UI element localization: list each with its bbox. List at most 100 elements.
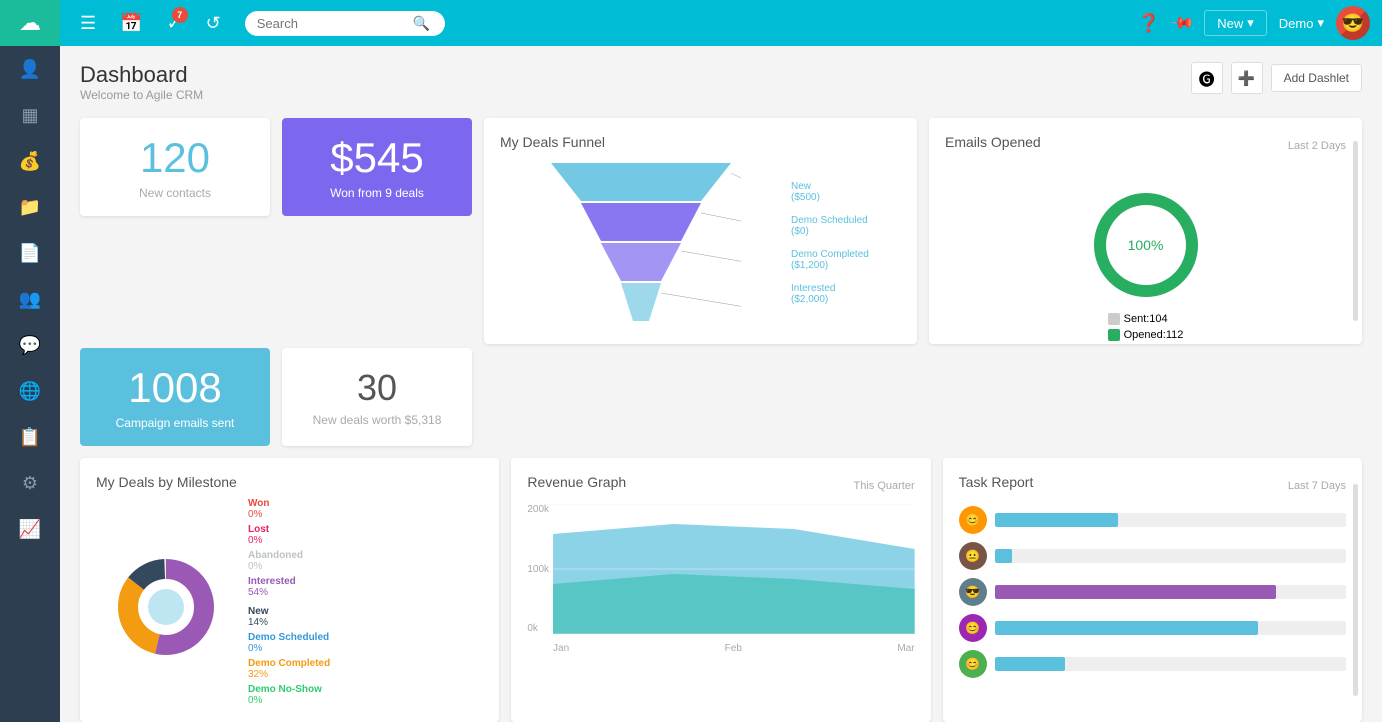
donut-opened: Opened:112 bbox=[1108, 329, 1184, 341]
task-row-2: 😐 bbox=[959, 542, 1346, 570]
row1b: 1008 Campaign emails sent 30 New deals w… bbox=[80, 348, 1362, 446]
task-scroll-indicator bbox=[1353, 484, 1358, 695]
dashboard-rows: 120 New contacts $545 Won from 9 deals M… bbox=[80, 118, 1362, 722]
donut-sent: Sent:104 bbox=[1108, 313, 1184, 325]
donut-chart: 100% bbox=[1086, 185, 1206, 305]
nav-history-icon[interactable]: ↺ bbox=[198, 9, 229, 38]
deals-icon: 💰 bbox=[19, 151, 41, 172]
pie-legend: Won0% Lost0% Abandoned0% Interested54% N… bbox=[248, 498, 330, 706]
revenue-graph-subtitle: This Quarter bbox=[854, 480, 915, 492]
google-icon-btn[interactable]: 🅖 bbox=[1191, 62, 1223, 94]
emails-opened-title: Emails Opened bbox=[945, 134, 1041, 150]
sidebar-item-web[interactable]: 🌐 bbox=[0, 368, 60, 414]
files-icon: 📁 bbox=[19, 197, 41, 218]
topnav-right: ❓ 📌 New ▾ Demo ▾ 😎 bbox=[1138, 6, 1370, 40]
cloud-icon: ☁ bbox=[19, 10, 41, 36]
campaign-emails-value: 1008 bbox=[128, 364, 221, 412]
task-row-4: 😊 bbox=[959, 614, 1346, 642]
nav-menu-icon[interactable]: ☰ bbox=[72, 9, 104, 38]
demo-dropdown-icon: ▾ bbox=[1317, 15, 1324, 31]
dashboard-title-block: Dashboard Welcome to Agile CRM bbox=[80, 62, 203, 102]
task-row-3: 😎 bbox=[959, 578, 1346, 606]
groups-icon: 👥 bbox=[19, 289, 41, 310]
new-button[interactable]: New ▾ bbox=[1204, 10, 1267, 36]
help-icon[interactable]: ❓ bbox=[1138, 13, 1160, 34]
donut-percent: 100% bbox=[1128, 237, 1164, 253]
sidebar-item-messages[interactable]: 💬 bbox=[0, 322, 60, 368]
dashboard-title: Dashboard bbox=[80, 62, 203, 88]
task-bar-4 bbox=[995, 621, 1346, 635]
dashboard-actions: 🅖 ➕ Add Dashlet bbox=[1191, 62, 1362, 94]
funnel-label-demo-sched: Demo Scheduled ($0) bbox=[791, 215, 901, 237]
search-input[interactable] bbox=[257, 16, 407, 31]
sidebar-item-analytics[interactable]: ▦ bbox=[0, 92, 60, 138]
new-contacts-label: New contacts bbox=[139, 186, 211, 200]
pie-won: Won0% bbox=[248, 498, 330, 520]
deals-milestone-card: My Deals by Milestone bbox=[80, 458, 499, 722]
pin-icon[interactable]: 📌 bbox=[1168, 9, 1196, 37]
won-deals-label: Won from 9 deals bbox=[330, 186, 424, 200]
funnel-wrap: New ($500) Demo Scheduled ($0) Demo Comp… bbox=[500, 158, 901, 328]
sidebar-item-settings[interactable]: ⚙ bbox=[0, 460, 60, 506]
task-avatar-4: 😊 bbox=[959, 614, 987, 642]
task-report-card: Task Report Last 7 Days 😊 😐 bbox=[943, 458, 1362, 722]
funnel-legend: New ($500) Demo Scheduled ($0) Demo Comp… bbox=[791, 181, 901, 305]
page-content: Dashboard Welcome to Agile CRM 🅖 ➕ Add D… bbox=[60, 46, 1382, 722]
task-row-1: 😊 bbox=[959, 506, 1346, 534]
analytics-icon: ▦ bbox=[21, 105, 38, 126]
sidebar-item-charts[interactable]: 📈 bbox=[0, 506, 60, 552]
add-icon-btn[interactable]: ➕ bbox=[1231, 62, 1263, 94]
row1: 120 New contacts $545 Won from 9 deals M… bbox=[80, 118, 1362, 344]
pie-demo-noshow: Demo No-Show0% bbox=[248, 684, 330, 706]
pie-interested: Interested54% bbox=[248, 576, 330, 598]
documents-icon: 📄 bbox=[19, 243, 41, 264]
task-report-subtitle: Last 7 Days bbox=[1288, 480, 1346, 492]
sidebar-item-contacts[interactable]: 👤 bbox=[0, 46, 60, 92]
nav-calendar-icon[interactable]: 📅 bbox=[112, 9, 150, 38]
web-icon: 🌐 bbox=[19, 381, 41, 402]
deals-funnel-title: My Deals Funnel bbox=[500, 134, 901, 150]
funnel-label-interested: Interested ($2,000) bbox=[791, 283, 901, 305]
campaign-emails-card: 1008 Campaign emails sent bbox=[80, 348, 270, 446]
pie-demo-sched: Demo Scheduled0% bbox=[248, 632, 330, 654]
task-avatar-1: 😊 bbox=[959, 506, 987, 534]
new-contacts-value: 120 bbox=[140, 134, 210, 182]
charts-icon: 📈 bbox=[19, 519, 41, 540]
sidebar-item-deals[interactable]: 💰 bbox=[0, 138, 60, 184]
task-bar-fill-1 bbox=[995, 513, 1118, 527]
pie-lost: Lost0% bbox=[248, 524, 330, 546]
funnel-label-new: New ($500) bbox=[791, 181, 901, 203]
funnel-label-demo-comp: Demo Completed ($1,200) bbox=[791, 249, 901, 271]
messages-icon: 💬 bbox=[19, 335, 41, 356]
new-deals-value: 30 bbox=[357, 367, 397, 409]
demo-label: Demo bbox=[1279, 16, 1314, 31]
sidebar-item-files[interactable]: 📁 bbox=[0, 184, 60, 230]
main-wrapper: ☰ 📅 ✓ 7 ↺ 🔍 ❓ 📌 New ▾ Demo ▾ 😎 bbox=[60, 0, 1382, 722]
task-bar-fill-4 bbox=[995, 621, 1259, 635]
task-bar-fill-5 bbox=[995, 657, 1065, 671]
task-row-5: 😊 bbox=[959, 650, 1346, 678]
search-box: 🔍 bbox=[245, 11, 445, 36]
task-report-title: Task Report bbox=[959, 474, 1034, 490]
search-icon: 🔍 bbox=[413, 15, 430, 32]
task-bar-3 bbox=[995, 585, 1346, 599]
won-deals-value: $545 bbox=[330, 134, 423, 182]
dashboard-header: Dashboard Welcome to Agile CRM 🅖 ➕ Add D… bbox=[80, 62, 1362, 102]
campaign-emails-label: Campaign emails sent bbox=[116, 416, 235, 430]
new-dropdown-icon: ▾ bbox=[1247, 15, 1254, 31]
pie-new: New14% bbox=[248, 606, 330, 628]
nav-tasks-icon[interactable]: ✓ 7 bbox=[159, 9, 190, 38]
settings-icon: ⚙ bbox=[22, 473, 38, 494]
add-dashlet-button[interactable]: Add Dashlet bbox=[1271, 64, 1362, 92]
deals-funnel-card: My Deals Funnel bbox=[484, 118, 917, 344]
sidebar: ☁ 👤 ▦ 💰 📁 📄 👥 💬 🌐 📋 ⚙ 📈 bbox=[0, 0, 60, 722]
sidebar-item-groups[interactable]: 👥 bbox=[0, 276, 60, 322]
contacts-icon: 👤 bbox=[19, 59, 41, 80]
demo-button[interactable]: Demo ▾ bbox=[1279, 15, 1324, 31]
task-bar-1 bbox=[995, 513, 1346, 527]
avatar[interactable]: 😎 bbox=[1336, 6, 1370, 40]
sidebar-item-documents[interactable]: 📄 bbox=[0, 230, 60, 276]
topnav: ☰ 📅 ✓ 7 ↺ 🔍 ❓ 📌 New ▾ Demo ▾ 😎 bbox=[60, 0, 1382, 46]
sidebar-item-reports[interactable]: 📋 bbox=[0, 414, 60, 460]
sidebar-logo[interactable]: ☁ bbox=[0, 0, 60, 46]
